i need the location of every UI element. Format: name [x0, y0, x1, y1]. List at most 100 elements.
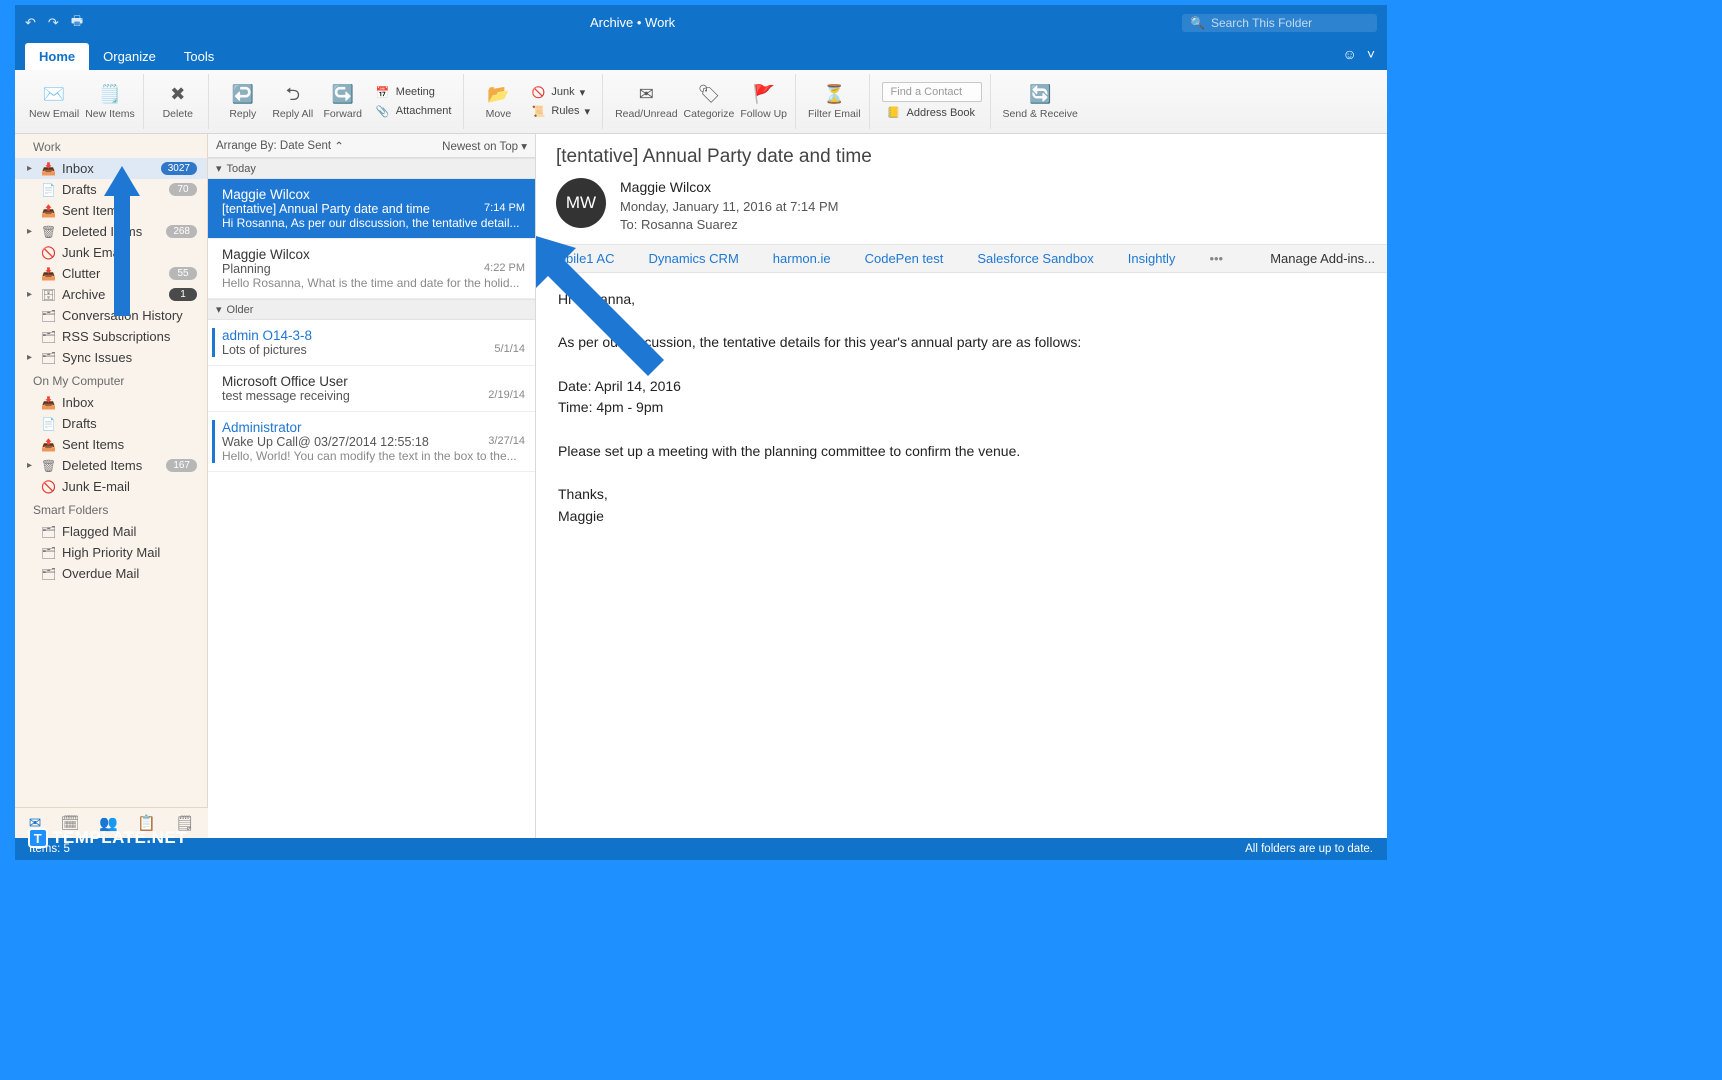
- sidebar-item-label: Overdue Mail: [62, 566, 139, 581]
- chevron-down-icon: ▾: [216, 303, 222, 316]
- forward-button[interactable]: ↪️Forward: [321, 82, 365, 120]
- list-group-header[interactable]: ▾ Older: [208, 299, 535, 320]
- message-item[interactable]: Maggie Wilcox [tentative] Annual Party d…: [208, 179, 535, 239]
- tab-home[interactable]: Home: [25, 43, 89, 70]
- smiley-icon[interactable]: ☺: [1343, 46, 1357, 62]
- sidebar-item[interactable]: 🗂Conversation History: [15, 305, 207, 326]
- rules-button[interactable]: 📜Rules▾: [526, 103, 594, 120]
- manage-addins[interactable]: Manage Add-ins...: [1270, 251, 1375, 266]
- filter-email-button[interactable]: ⏳Filter Email: [808, 82, 861, 120]
- folder-sidebar: Work📥Inbox3027📄Drafts70📤Sent Items🗑Delet…: [15, 134, 208, 838]
- sidebar-item[interactable]: 🚫Junk Email: [15, 242, 207, 263]
- categorize-button[interactable]: 🏷Categorize: [684, 82, 735, 120]
- sidebar-item[interactable]: 🗂Sync Issues: [15, 347, 207, 368]
- msg-from: Maggie Wilcox: [222, 187, 525, 202]
- sidebar-item[interactable]: 🚫 Junk E-mail: [15, 476, 207, 497]
- email-body: Hi Rosanna, As per our discussion, the t…: [536, 273, 1387, 544]
- address-book-icon: 📒: [886, 106, 902, 119]
- msg-preview: Hello, World! You can modify the text in…: [222, 449, 525, 463]
- reply-all-button[interactable]: ⮌Reply All: [271, 82, 315, 120]
- read-unread-button[interactable]: ✉Read/Unread: [615, 82, 677, 120]
- search-field[interactable]: 🔍 Search This Folder: [1182, 14, 1377, 32]
- sidebar-item[interactable]: 📄Drafts70: [15, 179, 207, 200]
- sidebar-item[interactable]: 🗂Overdue Mail: [15, 563, 207, 584]
- sidebar-item-label: Drafts: [62, 182, 97, 197]
- message-item[interactable]: admin O14-3-8 Lots of pictures5/1/14: [208, 320, 535, 366]
- folder-icon: 📄: [41, 417, 55, 431]
- ribbon-tabs: Home Organize Tools ☺ ˅: [15, 40, 1387, 70]
- sidebar-item[interactable]: 🗂RSS Subscriptions: [15, 326, 207, 347]
- msg-subject: [tentative] Annual Party date and time: [222, 202, 430, 216]
- sidebar-item[interactable]: 🗄Archive1: [15, 284, 207, 305]
- sidebar-item[interactable]: 🗑Deleted Items268: [15, 221, 207, 242]
- sidebar-item-label: High Priority Mail: [62, 545, 160, 560]
- message-item[interactable]: Maggie Wilcox Planning4:22 PM Hello Rosa…: [208, 239, 535, 299]
- addin-link[interactable]: Insightly: [1128, 251, 1176, 266]
- tab-organize[interactable]: Organize: [89, 43, 170, 70]
- folder-icon: 📥: [41, 162, 55, 176]
- delete-button[interactable]: ✖Delete: [156, 82, 200, 120]
- addin-link[interactable]: Salesforce Sandbox: [977, 251, 1093, 266]
- folder-icon: 📤: [41, 204, 55, 218]
- sidebar-item[interactable]: 📤Sent Items: [15, 434, 207, 455]
- sidebar-item-label: Clutter: [62, 266, 100, 281]
- filter-icon: ⏳: [823, 82, 845, 106]
- sidebar-item[interactable]: 📤Sent Items: [15, 200, 207, 221]
- find-contact-input[interactable]: Find a Contact: [882, 82, 982, 102]
- chevron-down-icon: ▾: [216, 162, 222, 175]
- folder-icon: 🗂: [41, 330, 55, 344]
- sidebar-item[interactable]: 📥Clutter55: [15, 263, 207, 284]
- address-book-button[interactable]: 📒Address Book: [882, 104, 982, 121]
- new-email-button[interactable]: ✉️New Email: [29, 82, 79, 120]
- msg-preview: Hi Rosanna, As per our discussion, the t…: [222, 216, 525, 230]
- sidebar-item[interactable]: 📥Inbox3027: [15, 158, 207, 179]
- sidebar-item[interactable]: 📥Inbox: [15, 392, 207, 413]
- search-placeholder: Search This Folder: [1211, 16, 1312, 30]
- sidebar-item[interactable]: 🗂 High Priority Mail: [15, 542, 207, 563]
- junk-button[interactable]: 🚫Junk▾: [526, 84, 594, 101]
- addin-more[interactable]: •••: [1209, 251, 1223, 266]
- meeting-button[interactable]: 📅Meeting: [371, 84, 456, 101]
- caret-icon: ⌃: [334, 139, 344, 153]
- send-receive-button[interactable]: 🔄Send & Receive: [1003, 82, 1078, 120]
- addin-link[interactable]: Dynamics CRM: [648, 251, 738, 266]
- sort-order-label[interactable]: Newest on Top: [442, 141, 518, 153]
- addin-link[interactable]: harmon.ie: [773, 251, 831, 266]
- attachment-icon: 📎: [375, 105, 391, 118]
- new-items-button[interactable]: 🗒️New Items: [85, 82, 135, 120]
- print-icon[interactable]: 🖶: [71, 12, 83, 34]
- sidebar-section-header[interactable]: Smart Folders: [15, 497, 207, 521]
- folder-icon: 🚫: [41, 480, 55, 494]
- reply-icon: ↩️: [232, 82, 254, 106]
- rules-icon: 📜: [530, 105, 546, 118]
- list-header[interactable]: Arrange By: Date Sent ⌃ Newest on Top ▾: [208, 134, 535, 158]
- attachment-button[interactable]: 📎Attachment: [371, 103, 456, 120]
- msg-subject: Wake Up Call@ 03/27/2014 12:55:18: [222, 435, 429, 449]
- forward-icon: ↪️: [332, 82, 354, 106]
- reply-button[interactable]: ↩️Reply: [221, 82, 265, 120]
- sidebar-item[interactable]: 📄Drafts: [15, 413, 207, 434]
- sidebar-item-label: Junk E-mail: [62, 479, 130, 494]
- sidebar-item[interactable]: 🗑Deleted Items167: [15, 455, 207, 476]
- message-item[interactable]: Microsoft Office User test message recei…: [208, 366, 535, 412]
- ribbon: ✉️New Email 🗒️New Items ✖Delete ↩️Reply …: [15, 70, 1387, 134]
- msg-time: 7:14 PM: [484, 202, 525, 216]
- message-item[interactable]: Administrator Wake Up Call@ 03/27/2014 1…: [208, 412, 535, 472]
- list-group-header[interactable]: ▾ Today: [208, 158, 535, 179]
- sidebar-item[interactable]: 🗂Flagged Mail: [15, 521, 207, 542]
- sidebar-section-header[interactable]: Work: [15, 134, 207, 158]
- tab-tools[interactable]: Tools: [170, 43, 228, 70]
- addins-bar: Mobile1 AC Dynamics CRM harmon.ie CodePen t…: [536, 244, 1387, 273]
- follow-up-button[interactable]: 🚩Follow Up: [740, 82, 787, 120]
- addin-link[interactable]: CodePen test: [865, 251, 944, 266]
- addin-link[interactable]: Mobile1 AC: [548, 251, 614, 266]
- status-bar: Items: 5 All folders are up to date.: [15, 838, 1387, 860]
- folder-icon: 🗑: [41, 459, 55, 473]
- folder-icon: 🗂: [41, 546, 55, 560]
- redo-icon[interactable]: ↷: [48, 15, 59, 31]
- sidebar-item-label: Flagged Mail: [62, 524, 136, 539]
- collapse-ribbon-icon[interactable]: ˅: [1367, 46, 1375, 62]
- move-button[interactable]: 📂Move: [476, 82, 520, 120]
- undo-icon[interactable]: ↶: [25, 15, 36, 31]
- sidebar-section-header[interactable]: On My Computer: [15, 368, 207, 392]
